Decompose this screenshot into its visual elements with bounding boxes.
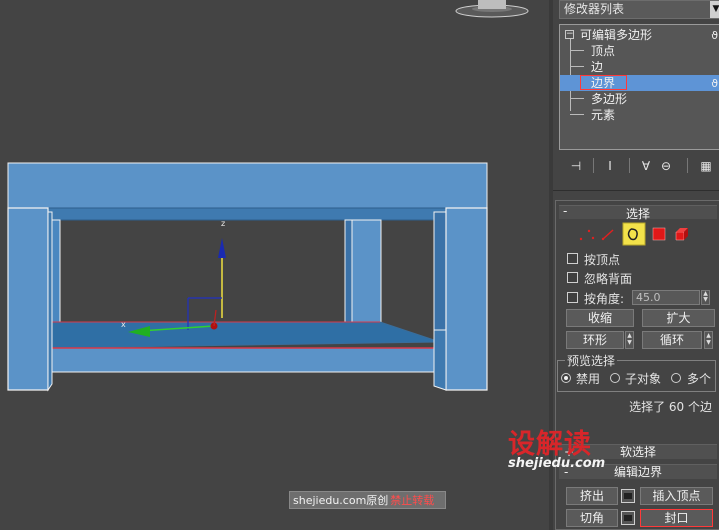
selection-status: 选择了 60 个边 [629, 400, 712, 414]
watermark-original: 原创 [366, 494, 389, 507]
preview-subobject-radio[interactable] [610, 373, 620, 383]
chevron-down-icon[interactable]: ▼ [710, 1, 719, 18]
table-top-underside [7, 207, 489, 221]
by-angle-checkbox[interactable] [567, 292, 578, 303]
selection-rollout-header[interactable]: - 选择 [559, 204, 717, 221]
preview-multi-label: 多个 [687, 372, 712, 386]
insert-vertex-button[interactable]: 插入顶点 [640, 487, 713, 505]
by-vertex-checkbox[interactable] [567, 253, 578, 264]
polygon-level-icon [652, 227, 666, 241]
viewport-scene: z x [7, 0, 529, 392]
perspective-viewport[interactable]: z x shejiedu.com 原创 禁止转载 [0, 0, 549, 530]
ignore-backfacing-checkbox[interactable] [567, 272, 578, 283]
by-vertex-label: 按顶点 [584, 253, 621, 267]
shelf-front [49, 347, 441, 373]
show-end-result-icon[interactable]: I [601, 157, 619, 175]
selection-title: 选择 [625, 207, 650, 221]
remove-modifier-icon[interactable]: ⊖ [657, 157, 675, 175]
stack-root[interactable]: − 可编辑多边形 ϑ [560, 27, 719, 43]
preview-selection-label: 预览选择 [565, 352, 618, 369]
lightbulb-icon[interactable]: ϑ [711, 28, 718, 44]
extrude-button[interactable]: 挤出 [566, 487, 618, 505]
make-unique-icon[interactable]: ∀ [637, 157, 655, 175]
angle-spinner[interactable]: ▲ ▼ [701, 290, 710, 305]
loop-button[interactable]: 循环 [642, 331, 702, 349]
shrink-button[interactable]: 收缩 [566, 309, 634, 327]
shelf-top [49, 321, 441, 349]
loop-spinner[interactable]: ▲ ▼ [704, 331, 713, 349]
modifier-list-dropdown[interactable]: 修改器列表 ▼ [559, 0, 719, 19]
modifier-stack: − 可编辑多边形 ϑ 顶点 边 边界 ϑ 多边形 元素 [559, 24, 719, 150]
brand-watermark: 设解读 shejiedu.com [508, 422, 628, 474]
collapse-icon[interactable]: − [565, 30, 574, 39]
lightbulb-icon[interactable]: ϑ [711, 76, 718, 92]
stack-item-label: 边 [591, 60, 604, 74]
border-level-icon [622, 222, 646, 246]
stack-item-edge[interactable]: 边 [560, 59, 719, 75]
cap-button[interactable]: 封口 [640, 509, 713, 527]
ring-spinner[interactable]: ▲ ▼ [625, 331, 634, 349]
chamfer-settings-button[interactable] [621, 511, 635, 525]
preview-multi-radio[interactable] [671, 373, 681, 383]
svg-text:z: z [221, 219, 225, 228]
stack-root-label: 可编辑多边形 [580, 28, 653, 42]
ring-button[interactable]: 环形 [566, 331, 624, 349]
front-right-leg [445, 207, 488, 391]
transform-gizmo: z x [121, 219, 226, 337]
edge-level-icon [601, 229, 614, 241]
subobject-icons [579, 222, 688, 246]
preview-off-label: 禁用 [576, 372, 601, 386]
watermark-prohibit: 禁止转载 [390, 494, 435, 507]
stack-item-vertex[interactable]: 顶点 [560, 43, 719, 59]
stack-item-label: 元素 [591, 108, 616, 122]
extrude-settings-button[interactable] [621, 489, 635, 503]
stack-item-polygon[interactable]: 多边形 [560, 91, 719, 107]
watermark-banner: shejiedu.com 原创 禁止转载 [289, 491, 446, 509]
svg-text:x: x [121, 320, 126, 329]
table-top-face [7, 162, 488, 209]
highlight-box [580, 75, 627, 90]
configure-sets-icon[interactable]: ▦ [697, 157, 715, 175]
front-left-leg [7, 207, 49, 391]
stack-item-label: 顶点 [591, 44, 616, 58]
modifier-list-label: 修改器列表 [564, 2, 625, 16]
element-level-icon [675, 228, 688, 241]
pin-stack-icon[interactable]: ⊣ [567, 157, 585, 175]
preview-subobject-label: 子对象 [625, 372, 662, 386]
vertex-level-icon [579, 229, 595, 241]
grow-button[interactable]: 扩大 [642, 309, 715, 327]
brand-en: shejiedu.com [508, 456, 606, 471]
ignore-backfacing-label: 忽略背面 [584, 272, 633, 286]
chamfer-button[interactable]: 切角 [566, 509, 618, 527]
panel-divider [553, 190, 719, 191]
stack-item-label: 多边形 [591, 92, 628, 106]
stack-item-element[interactable]: 元素 [560, 107, 719, 123]
preview-off-radio[interactable] [561, 373, 571, 383]
angle-input[interactable]: 45.0 [632, 290, 700, 305]
watermark-site: shejiedu.com [293, 493, 367, 507]
by-angle-label: 按角度: [584, 292, 625, 306]
stack-toolbar: ⊣ I ∀ ⊖ ▦ [559, 155, 719, 177]
